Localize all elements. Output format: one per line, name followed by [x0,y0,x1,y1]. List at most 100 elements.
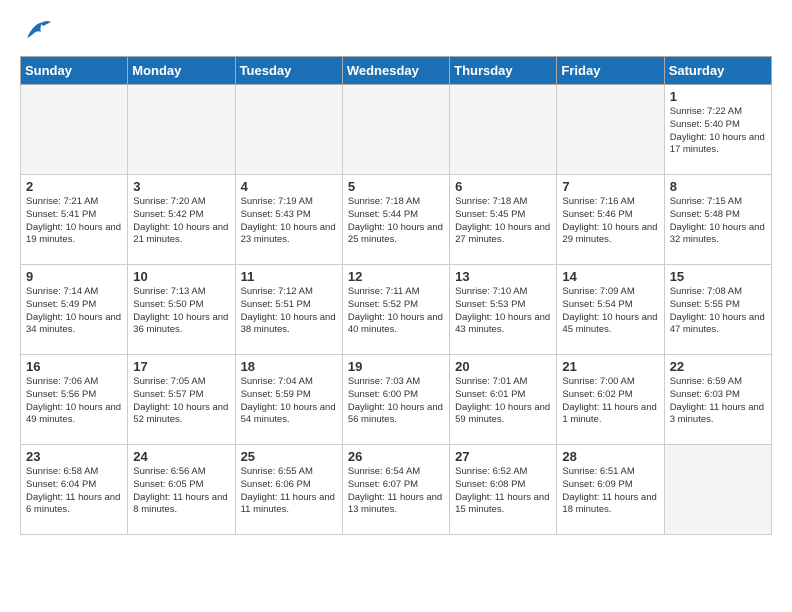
day-info: Sunrise: 7:04 AM Sunset: 5:59 PM Dayligh… [241,376,337,427]
calendar-header: SundayMondayTuesdayWednesdayThursdayFrid… [21,57,772,85]
day-info: Sunrise: 6:54 AM Sunset: 6:07 PM Dayligh… [348,466,444,517]
calendar-cell: 16 Sunrise: 7:06 AM Sunset: 5:56 PM Dayli… [21,355,128,445]
calendar-cell: 15 Sunrise: 7:08 AM Sunset: 5:55 PM Dayli… [664,265,771,355]
weekday-header: Friday [557,57,664,85]
day-number: 5 [348,179,444,194]
day-info: Sunrise: 7:12 AM Sunset: 5:51 PM Dayligh… [241,286,337,337]
day-info: Sunrise: 7:09 AM Sunset: 5:54 PM Dayligh… [562,286,658,337]
day-info: Sunrise: 7:21 AM Sunset: 5:41 PM Dayligh… [26,196,122,247]
day-info: Sunrise: 6:52 AM Sunset: 6:08 PM Dayligh… [455,466,551,517]
calendar-table: SundayMondayTuesdayWednesdayThursdayFrid… [20,56,772,535]
day-number: 13 [455,269,551,284]
day-info: Sunrise: 7:08 AM Sunset: 5:55 PM Dayligh… [670,286,766,337]
calendar-cell: 12 Sunrise: 7:11 AM Sunset: 5:52 PM Dayli… [342,265,449,355]
calendar-cell [450,85,557,175]
day-info: Sunrise: 7:18 AM Sunset: 5:44 PM Dayligh… [348,196,444,247]
calendar-cell [21,85,128,175]
day-info: Sunrise: 7:05 AM Sunset: 5:57 PM Dayligh… [133,376,229,427]
day-info: Sunrise: 7:16 AM Sunset: 5:46 PM Dayligh… [562,196,658,247]
calendar-cell: 19 Sunrise: 7:03 AM Sunset: 6:00 PM Dayli… [342,355,449,445]
day-info: Sunrise: 7:13 AM Sunset: 5:50 PM Dayligh… [133,286,229,337]
calendar-cell: 25Sunrise: 6:55 AM Sunset: 6:06 PM Dayli… [235,445,342,535]
weekday-header: Saturday [664,57,771,85]
day-number: 24 [133,449,229,464]
calendar-week-row: 2Sunrise: 7:21 AM Sunset: 5:41 PM Daylig… [21,175,772,265]
day-number: 19 [348,359,444,374]
calendar-cell: 26 Sunrise: 6:54 AM Sunset: 6:07 PM Dayli… [342,445,449,535]
weekday-header: Monday [128,57,235,85]
calendar-cell [235,85,342,175]
day-number: 16 [26,359,122,374]
calendar-cell: 6 Sunrise: 7:18 AM Sunset: 5:45 PM Daylig… [450,175,557,265]
day-number: 10 [133,269,229,284]
day-number: 20 [455,359,551,374]
page-header [20,20,772,46]
calendar-cell: 9Sunrise: 7:14 AM Sunset: 5:49 PM Daylig… [21,265,128,355]
logo [20,20,51,46]
day-info: Sunrise: 7:01 AM Sunset: 6:01 PM Dayligh… [455,376,551,427]
day-number: 26 [348,449,444,464]
day-number: 17 [133,359,229,374]
calendar-cell: 3 Sunrise: 7:20 AM Sunset: 5:42 PM Daylig… [128,175,235,265]
day-number: 1 [670,89,766,104]
calendar-cell: 22 Sunrise: 6:59 AM Sunset: 6:03 PM Dayli… [664,355,771,445]
weekday-header: Tuesday [235,57,342,85]
day-number: 23 [26,449,122,464]
calendar-week-row: 16 Sunrise: 7:06 AM Sunset: 5:56 PM Dayli… [21,355,772,445]
calendar-cell: 23 Sunrise: 6:58 AM Sunset: 6:04 PM Dayli… [21,445,128,535]
calendar-week-row: 1Sunrise: 7:22 AM Sunset: 5:40 PM Daylig… [21,85,772,175]
calendar-cell [664,445,771,535]
calendar-cell: 5 Sunrise: 7:18 AM Sunset: 5:44 PM Daylig… [342,175,449,265]
header-row: SundayMondayTuesdayWednesdayThursdayFrid… [21,57,772,85]
day-number: 11 [241,269,337,284]
day-info: Sunrise: 7:03 AM Sunset: 6:00 PM Dayligh… [348,376,444,427]
calendar-cell: 13 Sunrise: 7:10 AM Sunset: 5:53 PM Dayli… [450,265,557,355]
day-number: 14 [562,269,658,284]
calendar-cell: 1Sunrise: 7:22 AM Sunset: 5:40 PM Daylig… [664,85,771,175]
day-info: Sunrise: 7:15 AM Sunset: 5:48 PM Dayligh… [670,196,766,247]
day-info: Sunrise: 6:51 AM Sunset: 6:09 PM Dayligh… [562,466,658,517]
calendar-cell: 11 Sunrise: 7:12 AM Sunset: 5:51 PM Dayli… [235,265,342,355]
day-info: Sunrise: 7:06 AM Sunset: 5:56 PM Dayligh… [26,376,122,427]
day-info: Sunrise: 7:11 AM Sunset: 5:52 PM Dayligh… [348,286,444,337]
calendar-cell: 24 Sunrise: 6:56 AM Sunset: 6:05 PM Dayli… [128,445,235,535]
day-number: 15 [670,269,766,284]
weekday-header: Sunday [21,57,128,85]
calendar-cell: 2Sunrise: 7:21 AM Sunset: 5:41 PM Daylig… [21,175,128,265]
day-info: Sunrise: 7:18 AM Sunset: 5:45 PM Dayligh… [455,196,551,247]
calendar-week-row: 9Sunrise: 7:14 AM Sunset: 5:49 PM Daylig… [21,265,772,355]
day-number: 22 [670,359,766,374]
day-info: Sunrise: 6:56 AM Sunset: 6:05 PM Dayligh… [133,466,229,517]
day-number: 28 [562,449,658,464]
calendar-cell [128,85,235,175]
calendar-cell: 7 Sunrise: 7:16 AM Sunset: 5:46 PM Daylig… [557,175,664,265]
calendar-cell: 18 Sunrise: 7:04 AM Sunset: 5:59 PM Dayli… [235,355,342,445]
day-info: Sunrise: 7:00 AM Sunset: 6:02 PM Dayligh… [562,376,658,427]
day-info: Sunrise: 7:20 AM Sunset: 5:42 PM Dayligh… [133,196,229,247]
calendar-cell: 20 Sunrise: 7:01 AM Sunset: 6:01 PM Dayli… [450,355,557,445]
day-number: 27 [455,449,551,464]
day-number: 3 [133,179,229,194]
calendar-cell: 17 Sunrise: 7:05 AM Sunset: 5:57 PM Dayli… [128,355,235,445]
day-info: Sunrise: 6:59 AM Sunset: 6:03 PM Dayligh… [670,376,766,427]
day-number: 18 [241,359,337,374]
calendar-cell: 28 Sunrise: 6:51 AM Sunset: 6:09 PM Dayli… [557,445,664,535]
calendar-cell: 21 Sunrise: 7:00 AM Sunset: 6:02 PM Dayli… [557,355,664,445]
calendar-cell: 4 Sunrise: 7:19 AM Sunset: 5:43 PM Daylig… [235,175,342,265]
day-number: 12 [348,269,444,284]
day-info: Sunrise: 6:58 AM Sunset: 6:04 PM Dayligh… [26,466,122,517]
day-number: 4 [241,179,337,194]
calendar-cell [342,85,449,175]
weekday-header: Wednesday [342,57,449,85]
day-number: 21 [562,359,658,374]
day-number: 9 [26,269,122,284]
calendar-cell [557,85,664,175]
calendar-cell: 27 Sunrise: 6:52 AM Sunset: 6:08 PM Dayli… [450,445,557,535]
day-info: Sunrise: 6:55 AM Sunset: 6:06 PM Dayligh… [241,466,337,517]
day-number: 7 [562,179,658,194]
calendar-cell: 10 Sunrise: 7:13 AM Sunset: 5:50 PM Dayli… [128,265,235,355]
calendar-week-row: 23 Sunrise: 6:58 AM Sunset: 6:04 PM Dayli… [21,445,772,535]
day-info: Sunrise: 7:10 AM Sunset: 5:53 PM Dayligh… [455,286,551,337]
day-number: 6 [455,179,551,194]
day-info: Sunrise: 7:19 AM Sunset: 5:43 PM Dayligh… [241,196,337,247]
